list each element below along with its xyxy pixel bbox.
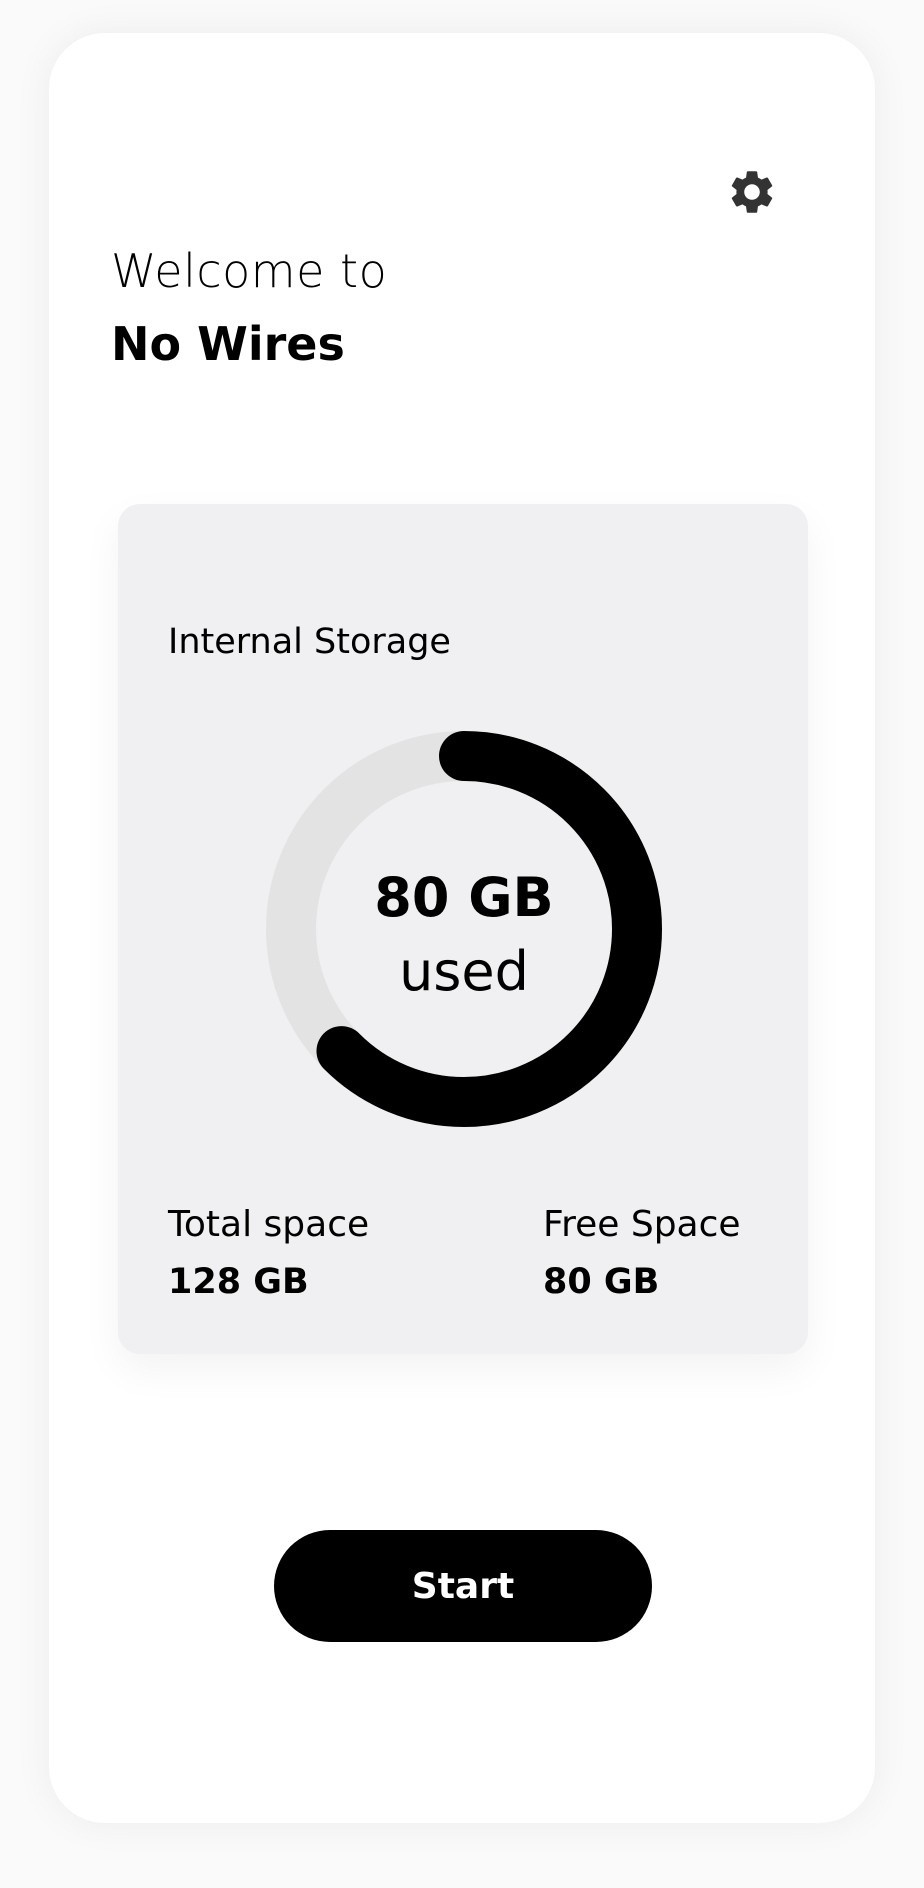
total-space-label: Total space	[168, 1204, 370, 1245]
gear-icon	[731, 171, 773, 213]
start-button[interactable]: Start	[274, 1530, 652, 1642]
free-space-value: 80 GB	[543, 1262, 660, 1302]
storage-card: Internal Storage 80 GB used Total space …	[118, 504, 808, 1354]
welcome-text: Welcome to	[111, 244, 388, 298]
settings-button[interactable]	[726, 166, 778, 218]
used-value: 80 GB	[374, 866, 554, 929]
used-caption: used	[399, 940, 529, 1003]
total-space-value: 128 GB	[168, 1262, 309, 1302]
free-space-label: Free Space	[543, 1204, 741, 1245]
app-name: No Wires	[111, 317, 345, 371]
storage-title: Internal Storage	[168, 622, 451, 662]
phone-screen: Welcome to No Wires Internal Storage 80 …	[49, 33, 875, 1823]
